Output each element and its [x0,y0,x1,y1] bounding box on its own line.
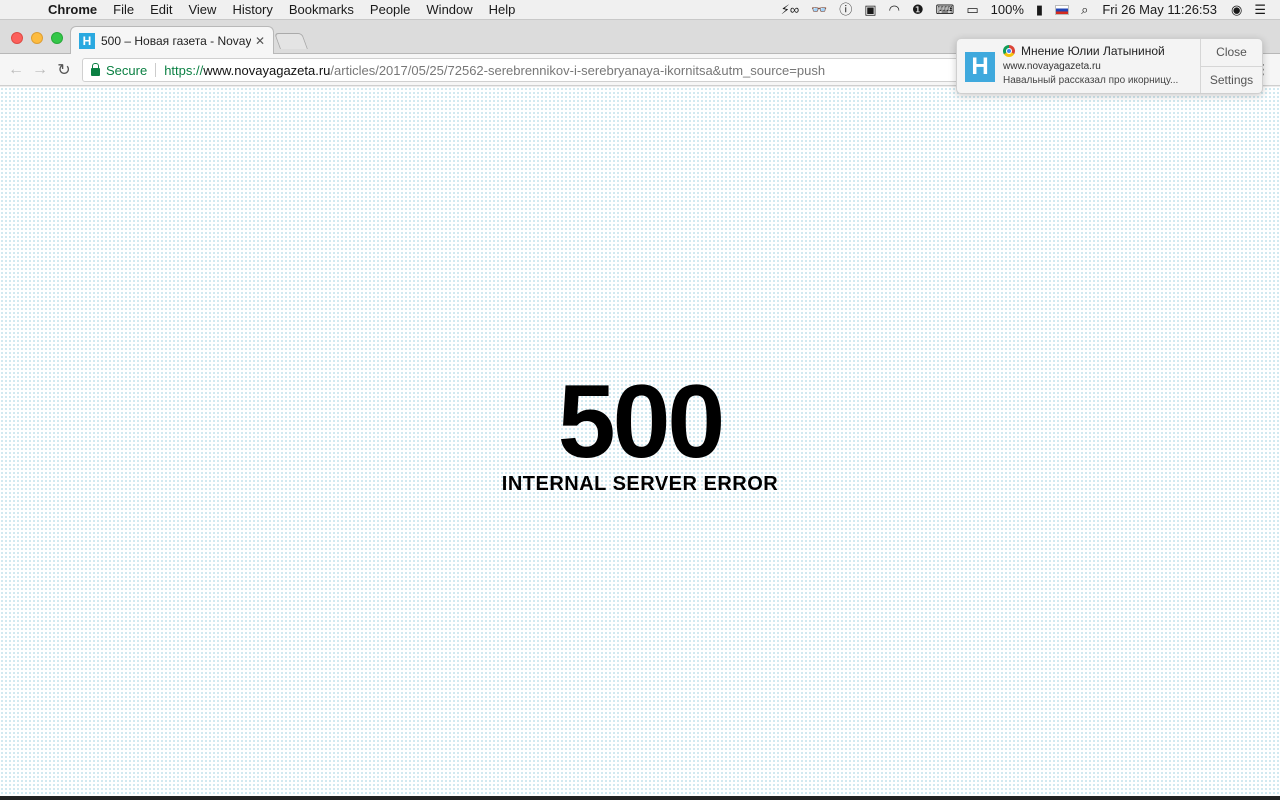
glasses-icon[interactable]: 👓 [805,0,833,20]
secure-label: Secure [106,62,148,78]
wifi-icon[interactable]: ◠ [883,0,906,20]
url-scheme: https:// [164,62,204,78]
clock[interactable]: Fri 26 May 11:26:53 [1094,0,1225,20]
power-icon[interactable]: ⚡∞ [775,0,805,20]
alert-icon[interactable]: ❶ [906,0,930,20]
new-tab-button[interactable] [274,33,308,49]
airplay-icon[interactable]: ▭ [960,0,984,20]
tab-active[interactable]: H 500 – Новая газета - Novayagazeta ✕ [70,26,274,55]
notification-message: Навальный рассказал про икорницу... [1003,75,1179,86]
site-favicon-icon: H [79,33,95,49]
url-divider [155,63,157,77]
menu-bar: Chrome File Edit View History Bookmarks … [0,0,1280,20]
notification-body[interactable]: Мнение Юлии Латыниной www.novayagazeta.r… [1003,39,1200,93]
info-icon[interactable]: ⓘ [833,0,858,20]
menu-edit[interactable]: Edit [142,0,180,20]
notification-title: Мнение Юлии Латыниной [1021,44,1165,58]
keyboard-icon[interactable]: ⌨ [930,0,961,20]
back-arrow-icon[interactable]: ← [4,61,28,79]
window-maximize-button[interactable] [51,32,63,44]
url-path: /articles/2017/05/25/72562-serebrennikov… [330,62,826,78]
menu-window[interactable]: Window [418,0,480,20]
status-area: ⚡∞ 👓 ⓘ ▣ ◠ ❶ ⌨ ▭ 100% ▮ ⌕ Fri 26 May 11:… [775,0,1280,20]
menu-help[interactable]: Help [481,0,524,20]
window-close-button[interactable] [11,32,23,44]
screen-icon[interactable]: ▣ [858,0,882,20]
user-icon[interactable]: ◉ [1225,0,1248,20]
window-controls [11,32,63,44]
chrome-logo-icon [1003,45,1015,57]
battery-icon[interactable]: ▮ [1030,0,1049,20]
tab-close-icon[interactable]: ✕ [255,34,265,48]
notification-settings-button[interactable]: Settings [1201,65,1262,94]
forward-arrow-icon[interactable]: → [28,61,52,79]
notification-actions: Close Settings [1200,39,1262,93]
menu-file[interactable]: File [105,0,142,20]
url-host: www.novayagazeta.ru [203,62,331,78]
menu-bookmarks[interactable]: Bookmarks [281,0,362,20]
tab-title: 500 – Новая газета - Novayagazeta [101,34,251,48]
menu-view[interactable]: View [180,0,224,20]
lock-icon [91,63,100,76]
menu-app-name[interactable]: Chrome [44,0,105,20]
battery-text[interactable]: 100% [985,0,1030,20]
notification-center-icon[interactable]: ☰ [1248,0,1272,20]
notification-close-button[interactable]: Close [1201,39,1262,66]
reload-icon[interactable]: ↻ [52,60,76,80]
menu-people[interactable]: People [362,0,418,20]
spotlight-icon[interactable]: ⌕ [1075,0,1094,20]
input-flag-icon[interactable] [1049,0,1075,20]
notification-site-icon: H [965,52,995,82]
menu-history[interactable]: History [224,0,280,20]
push-notification[interactable]: H Мнение Юлии Латыниной www.novayagazeta… [956,38,1263,94]
notification-title-row: Мнение Юлии Латыниной [1003,44,1200,58]
window-minimize-button[interactable] [31,32,43,44]
window-bottom-edge [0,796,1280,800]
error-message: INTERNAL SERVER ERROR [501,473,779,495]
page-content: 500 INTERNAL SERVER ERROR [0,87,1280,796]
error-code: 500 [557,364,726,480]
notification-site: www.novayagazeta.ru [1003,61,1101,72]
